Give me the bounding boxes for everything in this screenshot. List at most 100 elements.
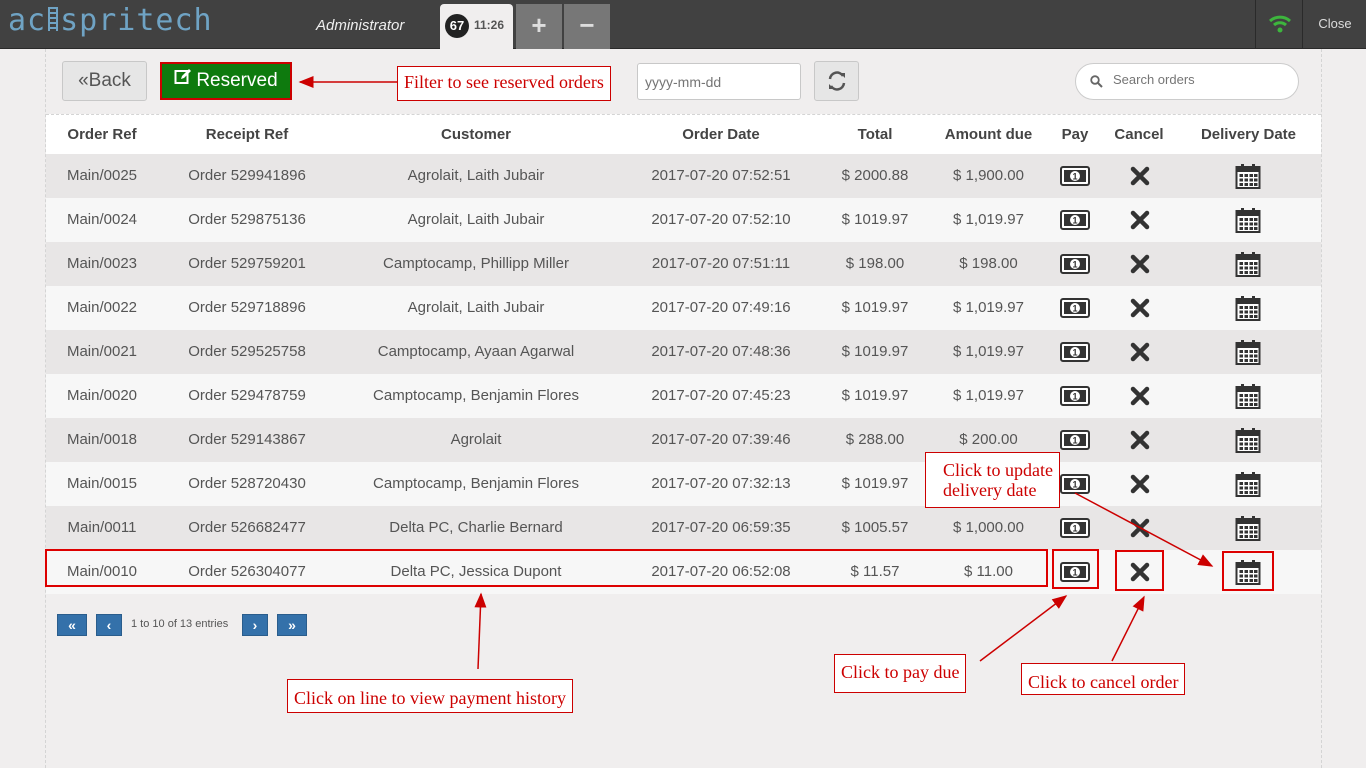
cell-receipt-ref: Order 528720430 [188, 475, 306, 492]
order-number-badge: 67 [445, 14, 469, 38]
wifi-icon [1255, 0, 1303, 49]
svg-text:1: 1 [1072, 348, 1077, 358]
order-tab[interactable]: 67 11:26 [440, 4, 513, 49]
cell-order-date: 2017-07-20 07:45:23 [651, 387, 791, 404]
delivery-date-annotation: Click to update delivery date [925, 452, 1060, 508]
filter-annotation: Filter to see reserved orders [397, 66, 611, 101]
cell-customer: Camptocamp, Benjamin Flores [373, 475, 579, 492]
table-row[interactable]: Main/0015 Order 528720430 Camptocamp, Benj… [46, 462, 1321, 506]
calendar-icon[interactable] [1227, 242, 1269, 286]
cell-total: $ 1019.97 [841, 343, 909, 360]
cell-customer: Camptocamp, Benjamin Flores [373, 387, 579, 404]
cell-order-date: 2017-07-20 07:49:16 [651, 299, 791, 316]
calendar-icon-highlight [1222, 551, 1274, 591]
cell-order-ref: Main/0011 [67, 519, 137, 536]
cancel-icon[interactable] [1119, 330, 1161, 374]
col-pay: Pay [1061, 126, 1089, 143]
cell-customer: Agrolait, Laith Jubair [407, 211, 545, 228]
table-row[interactable]: Main/0023 Order 529759201 Camptocamp, Phil… [46, 242, 1321, 286]
col-delivery-date: Delivery Date [1200, 126, 1297, 143]
add-order-button[interactable]: + [516, 4, 562, 49]
cell-amount-due: $ 1,019.97 [953, 211, 1024, 228]
cell-customer: Agrolait [450, 431, 502, 448]
remove-order-button[interactable]: − [564, 4, 610, 49]
cancel-icon[interactable] [1119, 286, 1161, 330]
cancel-icon[interactable] [1119, 374, 1161, 418]
table-row[interactable]: Main/0022 Order 529718896 Agrolait, Laith … [46, 286, 1321, 330]
pay-icon-highlight [1052, 549, 1099, 589]
pay-icon[interactable]: 1 [1054, 462, 1096, 506]
cell-receipt-ref: Order 529718896 [188, 299, 306, 316]
calendar-icon[interactable] [1227, 418, 1269, 462]
cell-customer: Agrolait, Laith Jubair [407, 167, 545, 184]
pay-icon[interactable]: 1 [1054, 242, 1096, 286]
pay-icon[interactable]: 1 [1054, 330, 1096, 374]
pay-icon[interactable]: 1 [1054, 374, 1096, 418]
refresh-icon [826, 71, 848, 104]
last-row-highlight [45, 549, 1048, 587]
calendar-icon[interactable] [1227, 374, 1269, 418]
calendar-icon[interactable] [1227, 286, 1269, 330]
pay-icon[interactable]: 1 [1054, 154, 1096, 198]
cell-total: $ 1019.97 [841, 299, 909, 316]
first-page-button[interactable]: « [57, 614, 87, 636]
cell-amount-due: $ 198.00 [959, 255, 1018, 272]
calendar-icon[interactable] [1227, 154, 1269, 198]
back-button[interactable]: «Back [62, 61, 147, 101]
calendar-icon[interactable] [1227, 506, 1269, 550]
cancel-icon[interactable] [1119, 154, 1161, 198]
cell-order-ref: Main/0022 [66, 299, 138, 316]
cell-order-ref: Main/0024 [66, 211, 138, 228]
reserved-button-label: Reserved [196, 70, 278, 92]
pay-icon[interactable]: 1 [1054, 286, 1096, 330]
pagination-info: 1 to 10 of 13 entries [131, 618, 229, 630]
cancel-icon[interactable] [1119, 198, 1161, 242]
cell-receipt-ref: Order 529941896 [188, 167, 306, 184]
table-row[interactable]: Main/0025 Order 529941896 Agrolait, Laith … [46, 154, 1321, 198]
refresh-button[interactable] [814, 61, 859, 101]
col-order-date: Order Date [682, 126, 760, 143]
table-row[interactable]: Main/0020 Order 529478759 Camptocamp, Benj… [46, 374, 1321, 418]
top-bar: ac spritech Administrator 67 11:26 + − Cl… [0, 0, 1366, 49]
cancel-icon[interactable] [1119, 506, 1161, 550]
cell-order-date: 2017-07-20 07:32:13 [651, 475, 791, 492]
user-name[interactable]: Administrator [316, 17, 404, 34]
col-total: Total [857, 126, 893, 143]
prev-page-button[interactable]: ‹ [96, 614, 122, 636]
col-cancel: Cancel [1114, 126, 1164, 143]
cell-total: $ 198.00 [845, 255, 905, 272]
table-row[interactable]: Main/0018 Order 529143867 Agrolait 2017-07-… [46, 418, 1321, 462]
date-filter-input[interactable] [637, 63, 801, 100]
cell-total: $ 1005.57 [841, 519, 909, 536]
cell-order-date: 2017-07-20 06:59:35 [651, 519, 791, 536]
table-row[interactable]: Main/0024 Order 529875136 Agrolait, Laith … [46, 198, 1321, 242]
reserved-filter-button[interactable]: Reserved [160, 62, 292, 100]
calendar-icon[interactable] [1227, 198, 1269, 242]
col-customer: Customer [440, 126, 511, 143]
cancel-icon[interactable] [1119, 242, 1161, 286]
last-page-button[interactable]: » [277, 614, 307, 636]
cancel-icon[interactable] [1119, 462, 1161, 506]
calendar-icon[interactable] [1227, 462, 1269, 506]
cell-receipt-ref: Order 529478759 [188, 387, 306, 404]
search-input[interactable] [1113, 72, 1283, 87]
pay-icon[interactable]: 1 [1054, 506, 1096, 550]
pay-icon[interactable]: 1 [1054, 418, 1096, 462]
calendar-icon[interactable] [1227, 330, 1269, 374]
search-orders-field[interactable] [1075, 63, 1299, 100]
pay-icon[interactable]: 1 [1054, 198, 1096, 242]
table-row[interactable]: Main/0021 Order 529525758 Camptocamp, Ayaa… [46, 330, 1321, 374]
table-row[interactable]: Main/0011 Order 526682477 Delta PC, Charli… [46, 506, 1321, 550]
cell-receipt-ref: Order 529875136 [188, 211, 306, 228]
close-button[interactable]: Close [1304, 16, 1366, 31]
cancel-icon[interactable] [1119, 418, 1161, 462]
cancel-annotation: Click to cancel order [1021, 663, 1186, 695]
back-button-label: Back [88, 70, 131, 91]
svg-text:1: 1 [1072, 260, 1077, 270]
svg-text:1: 1 [1072, 480, 1077, 490]
next-page-button[interactable]: › [242, 614, 268, 636]
cell-receipt-ref: Order 529525758 [188, 343, 306, 360]
svg-text:1: 1 [1072, 304, 1077, 314]
cell-total: $ 1019.97 [841, 387, 909, 404]
cell-customer: Agrolait, Laith Jubair [407, 299, 545, 316]
